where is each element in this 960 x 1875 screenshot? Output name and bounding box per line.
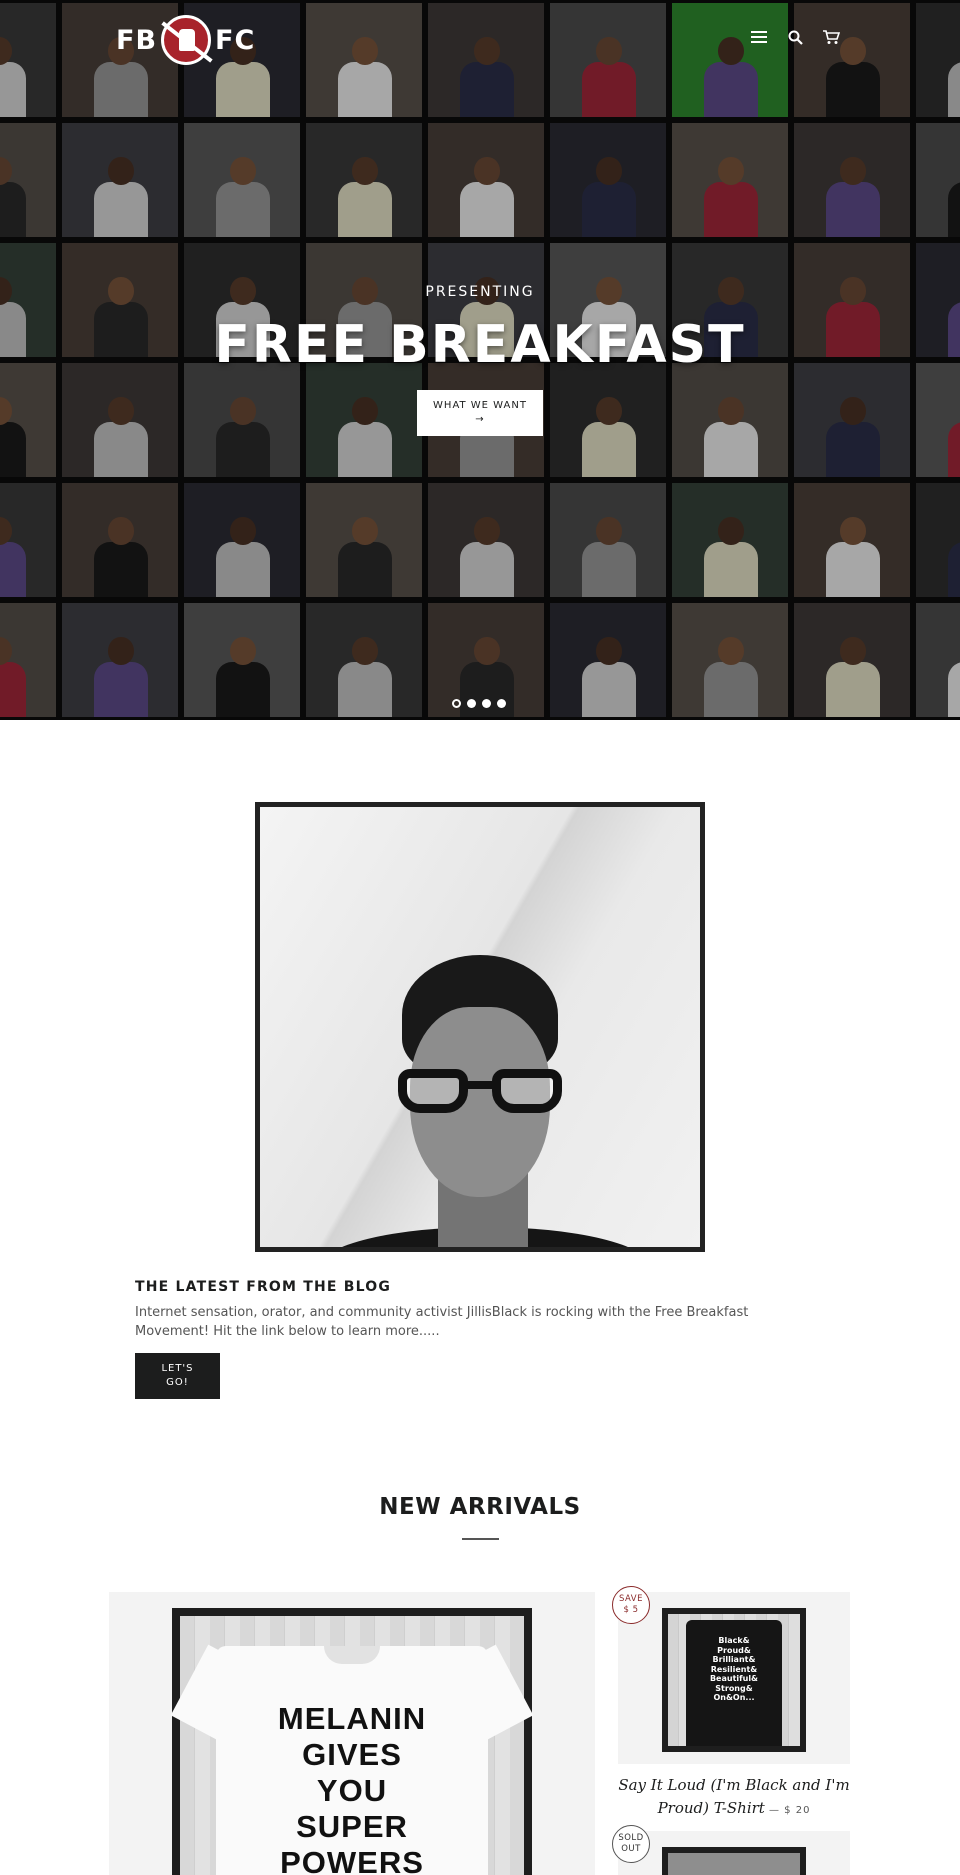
- cart-icon[interactable]: [822, 28, 840, 46]
- tshirt-graphic: MELANIN GIVES YOU SUPER POWERS: [216, 1646, 488, 1875]
- fist-logo-icon: [161, 15, 212, 65]
- blog-excerpt: Internet sensation, orator, and communit…: [135, 1305, 749, 1339]
- site-header: FB FC: [0, 0, 960, 80]
- product-price: $ 20: [784, 1805, 811, 1816]
- what-we-want-button[interactable]: WHAT WE WANT →: [417, 390, 543, 436]
- header-icons: [750, 28, 840, 46]
- arrow-right-icon: →: [475, 414, 485, 425]
- product-title: Say It Loud (I'm Black and I'm Proud) T-…: [618, 1774, 850, 1822]
- tshirt-graphic: Black& Proud& Brilliant& Resilient& Beau…: [686, 1620, 782, 1746]
- section-divider: [462, 1538, 499, 1540]
- glasses-graphic: [398, 1069, 562, 1115]
- featured-shirt-text: MELANIN GIVES YOU SUPER POWERS: [277, 1701, 427, 1875]
- slide-dot-4[interactable]: [497, 699, 506, 708]
- product-image-card: SOLD OUT: [612, 1825, 850, 1875]
- blog-featured-image[interactable]: [255, 802, 705, 1252]
- hero-slideshow: FB FC PRESENTING FREE BREAKFAST WHAT WE …: [0, 0, 960, 720]
- site-logo[interactable]: FB FC: [116, 12, 255, 68]
- product-separator: —: [764, 1805, 785, 1816]
- hero-title: FREE BREAKFAST: [214, 315, 746, 375]
- featured-product-card[interactable]: MELANIN GIVES YOU SUPER POWERS: [109, 1592, 595, 1875]
- menu-icon[interactable]: [750, 28, 768, 46]
- lets-go-button[interactable]: LET'S GO!: [135, 1353, 220, 1399]
- slide-dot-3[interactable]: [482, 699, 491, 708]
- sold-out-badge: SOLD OUT: [612, 1825, 650, 1863]
- product-image: Black& Proud& Brilliant& Resilient& Beau…: [662, 1608, 806, 1752]
- product-image-card: SAVE $ 5 Black& Proud& Brilliant& Resili…: [612, 1586, 850, 1764]
- slide-dot-1[interactable]: [452, 699, 461, 708]
- featured-product-image: MELANIN GIVES YOU SUPER POWERS: [172, 1608, 532, 1875]
- slide-dot-2[interactable]: [467, 699, 476, 708]
- product-name: Say It Loud (I'm Black and I'm Proud) T-…: [618, 1776, 850, 1817]
- hero-button-label: WHAT WE WANT: [433, 400, 527, 411]
- sale-badge: SAVE $ 5: [612, 1586, 650, 1624]
- hero-eyebrow: PRESENTING: [425, 284, 535, 300]
- search-icon[interactable]: [786, 28, 804, 46]
- slideshow-dots: [452, 699, 506, 708]
- logo-text-right: FC: [215, 24, 256, 56]
- product-image: [662, 1847, 806, 1875]
- logo-text-left: FB: [116, 24, 158, 56]
- product-shirt-text: Black& Proud& Brilliant& Resilient& Beau…: [709, 1636, 759, 1702]
- new-arrivals-title: NEW ARRIVALS: [379, 1494, 581, 1520]
- blog-heading: THE LATEST FROM THE BLOG: [135, 1279, 392, 1295]
